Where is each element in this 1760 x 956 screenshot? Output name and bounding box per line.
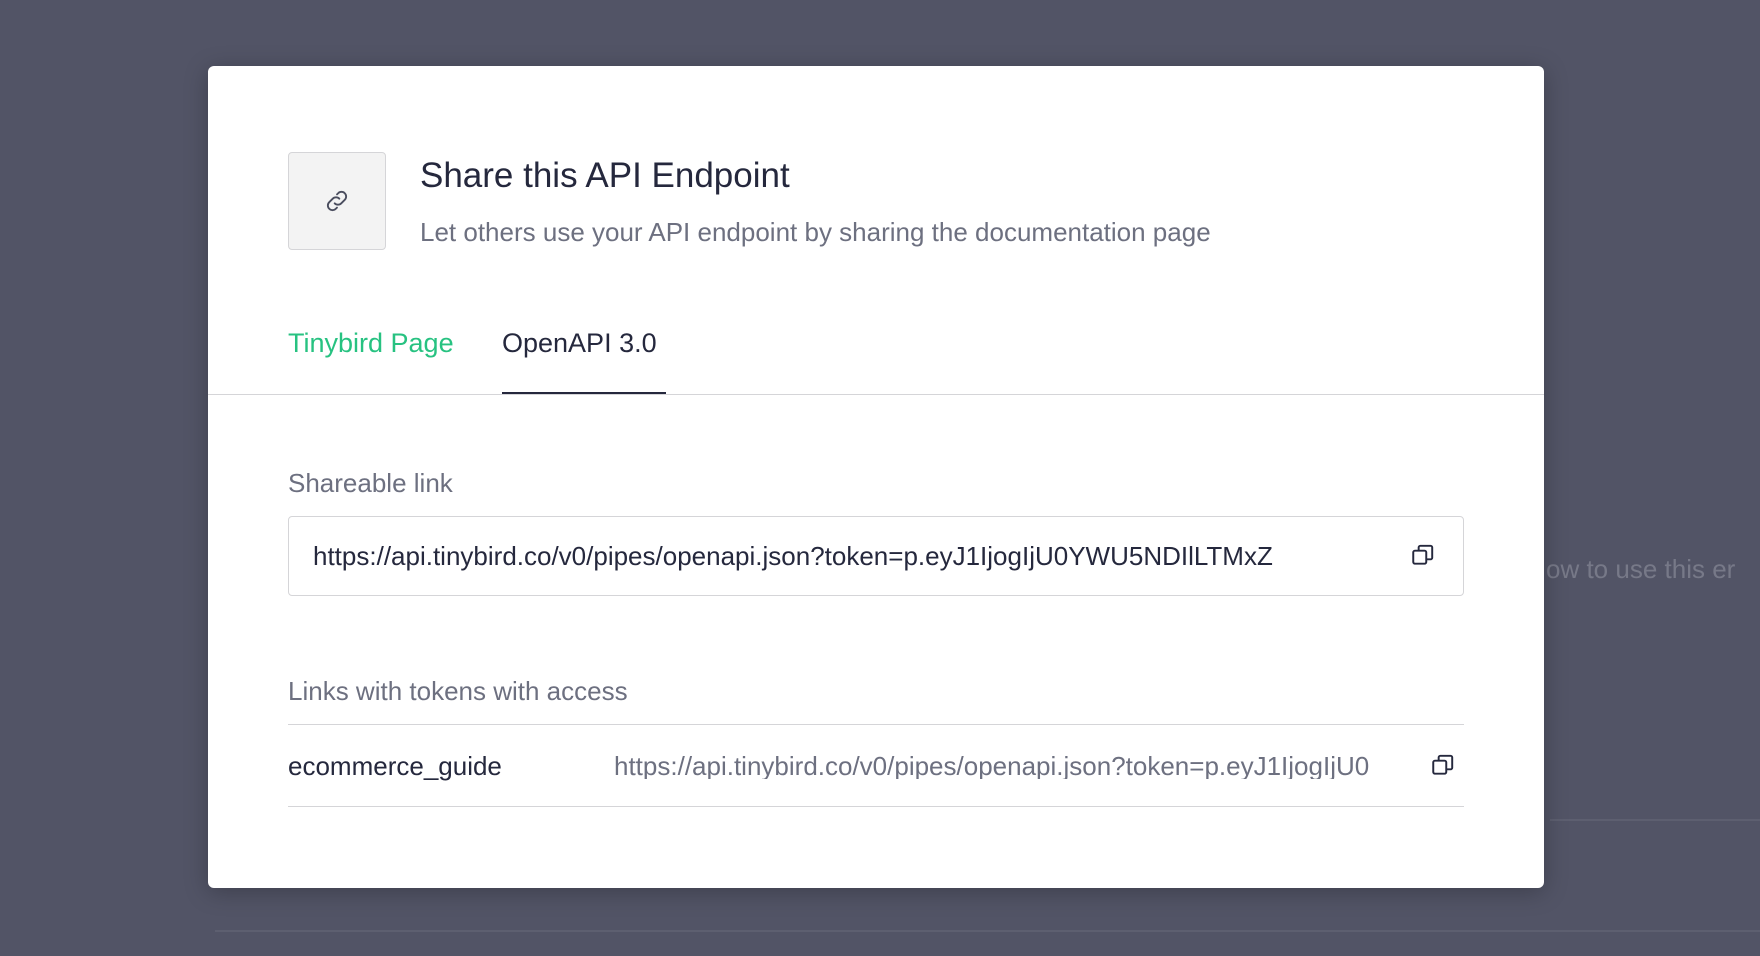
token-link-name: ecommerce_guide [288,751,502,781]
background-divider-bottom [215,930,1760,932]
link-icon [326,190,348,212]
shareable-link-input[interactable] [288,516,1464,596]
tab-openapi[interactable]: OpenAPI 3.0 [502,330,657,357]
shareable-link-label: Shareable link [288,468,453,498]
copy-icon [1412,544,1434,565]
tabs-divider [208,394,1544,395]
copy-token-link-button[interactable] [1426,748,1460,782]
tab-tinybird-page[interactable]: Tinybird Page [288,330,454,357]
background-divider [1550,819,1760,821]
links-table-top-divider [288,724,1464,725]
background-partial-text: ow to use this er [1546,554,1736,584]
link-icon-box [288,152,386,250]
page-background: { "background": { "partial_text": "ow to… [0,0,1760,956]
token-link-url[interactable]: https://api.tinybird.co/v0/pipes/openapi… [614,753,1418,779]
modal-subtitle: Let others use your API endpoint by shar… [420,217,1211,247]
links-table-bottom-divider [288,806,1464,807]
links-with-tokens-label: Links with tokens with access [288,676,628,706]
modal-title: Share this API Endpoint [420,156,790,195]
share-endpoint-modal: Share this API Endpoint Let others use y… [208,66,1544,888]
copy-shareable-link-button[interactable] [1406,538,1440,572]
copy-icon [1432,754,1454,775]
